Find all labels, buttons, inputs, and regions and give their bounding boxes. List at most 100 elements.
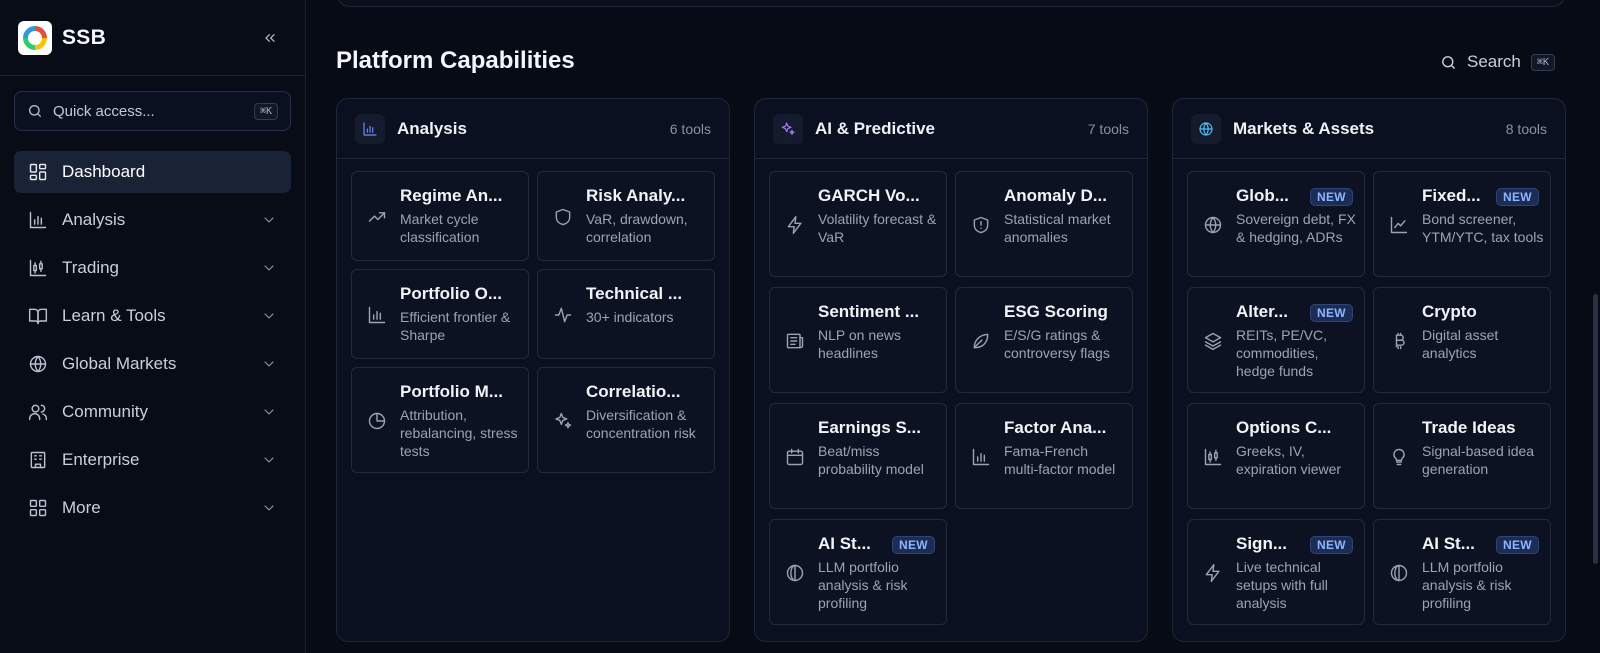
brand[interactable]: SSB bbox=[18, 20, 106, 56]
tool-card-anomaly-d[interactable]: Anomaly D... Statistical market anomalies bbox=[955, 171, 1133, 277]
tool-card-portfolio-o[interactable]: Portfolio O... Efficient frontier & Sharp… bbox=[351, 269, 529, 359]
tool-card-technical[interactable]: Technical ... 30+ indicators bbox=[537, 269, 715, 359]
tool-title: GARCH Vo... bbox=[818, 186, 920, 205]
chevron-down-icon[interactable] bbox=[261, 212, 277, 228]
collapse-sidebar-button[interactable] bbox=[258, 26, 282, 50]
grid-icon bbox=[28, 498, 48, 518]
tool-card-fixed[interactable]: Fixed... NEW Bond screener, YTM/YTC, tax t… bbox=[1373, 171, 1551, 277]
tool-title: Alter... bbox=[1236, 302, 1288, 321]
category-header: AI & Predictive 7 tools bbox=[755, 99, 1147, 159]
lightbulb-icon bbox=[1389, 447, 1409, 467]
tool-title: Correlatio... bbox=[586, 382, 681, 401]
circle-half-icon bbox=[785, 563, 805, 583]
chevron-down-icon[interactable] bbox=[261, 260, 277, 276]
bitcoin-icon bbox=[1389, 331, 1409, 351]
tool-title: Regime An... bbox=[400, 186, 503, 205]
search-button[interactable]: Search ⌘K bbox=[1440, 50, 1555, 74]
new-badge: NEW bbox=[1310, 536, 1353, 554]
layers-icon bbox=[1203, 331, 1223, 351]
new-badge: NEW bbox=[1310, 188, 1353, 206]
tool-card-sign[interactable]: Sign... NEW Live technical setups with ful… bbox=[1187, 519, 1365, 625]
tool-title: Risk Analy... bbox=[586, 186, 686, 205]
tool-card-ai-st[interactable]: AI St... NEW LLM portfolio analysis & risk… bbox=[769, 519, 947, 625]
search-icon bbox=[1440, 54, 1457, 71]
sidebar-item-label: Dashboard bbox=[62, 162, 146, 181]
tool-description: Efficient frontier & Sharpe bbox=[400, 309, 511, 343]
new-badge: NEW bbox=[1496, 536, 1539, 554]
sidebar-item-enterprise[interactable]: Enterprise bbox=[14, 439, 291, 481]
sidebar-item-trading[interactable]: Trading bbox=[14, 247, 291, 289]
sidebar-item-community[interactable]: Community bbox=[14, 391, 291, 433]
zap-icon bbox=[785, 215, 805, 235]
sidebar-item-more[interactable]: More bbox=[14, 487, 291, 529]
tool-description: 30+ indicators bbox=[586, 309, 674, 325]
search-label: Search bbox=[1467, 52, 1521, 71]
category-title: Analysis bbox=[397, 118, 467, 138]
new-badge: NEW bbox=[1496, 188, 1539, 206]
search-shortcut: ⌘K bbox=[1530, 53, 1555, 71]
tool-card-options-c[interactable]: Options C... Greeks, IV, expiration viewe… bbox=[1187, 403, 1365, 509]
chevron-down-icon[interactable] bbox=[261, 500, 277, 516]
scrollbar[interactable] bbox=[1592, 0, 1600, 653]
tool-description: E/S/G ratings & controversy flags bbox=[1004, 327, 1110, 361]
tool-card-factor-ana[interactable]: Factor Ana... Fama-French multi-factor mo… bbox=[955, 403, 1133, 509]
tool-card-risk-analy[interactable]: Risk Analy... VaR, drawdown, correlation bbox=[537, 171, 715, 261]
tool-card-trade-ideas[interactable]: Trade Ideas Signal-based idea generation bbox=[1373, 403, 1551, 509]
bar-chart-icon bbox=[355, 113, 385, 144]
sidebar-item-global-markets[interactable]: Global Markets bbox=[14, 343, 291, 385]
tool-description: Greeks, IV, expiration viewer bbox=[1236, 443, 1342, 477]
sidebar-item-label: Global Markets bbox=[62, 354, 177, 373]
globe-icon bbox=[1191, 113, 1221, 144]
tool-title: Crypto bbox=[1422, 302, 1477, 321]
tool-description: Fama-French multi-factor model bbox=[1004, 443, 1116, 477]
tool-card-garch-vo[interactable]: GARCH Vo... Volatility forecast & VaR bbox=[769, 171, 947, 277]
tool-card-crypto[interactable]: Crypto Digital asset analytics bbox=[1373, 287, 1551, 393]
tool-card-sentiment[interactable]: Sentiment ... NLP on news headlines bbox=[769, 287, 947, 393]
sidebar-item-analysis[interactable]: Analysis bbox=[14, 199, 291, 241]
tool-title: AI St... bbox=[1422, 534, 1475, 553]
bar-chart-icon bbox=[367, 305, 387, 325]
tool-description: LLM portfolio analysis & risk profiling bbox=[1422, 559, 1512, 611]
tool-title: AI St... bbox=[818, 534, 871, 553]
quick-access-input[interactable] bbox=[53, 102, 254, 120]
leaf-icon bbox=[971, 331, 991, 351]
activity-icon bbox=[553, 305, 573, 325]
tool-card-alter[interactable]: Alter... NEW REITs, PE/VC, commodities, he… bbox=[1187, 287, 1365, 393]
quick-access[interactable]: ⌘K bbox=[14, 91, 291, 131]
candlestick-icon bbox=[1203, 447, 1223, 467]
category-card-ai-predictive: AI & Predictive 7 tools GARCH Vo... Volatil… bbox=[754, 98, 1148, 642]
tool-card-glob[interactable]: Glob... NEW Sovereign debt, FX & hedging, … bbox=[1187, 171, 1365, 277]
trending-up-icon bbox=[367, 207, 387, 227]
category-title: AI & Predictive bbox=[815, 118, 935, 138]
category-tool-count: 6 tools bbox=[669, 120, 711, 137]
tool-description: Signal-based idea generation bbox=[1422, 443, 1535, 477]
tool-title: Earnings S... bbox=[818, 418, 921, 437]
sidebar-item-learn-tools[interactable]: Learn & Tools bbox=[14, 295, 291, 337]
tool-card-correlatio[interactable]: Correlatio... Diversification & concentra… bbox=[537, 367, 715, 473]
scrollbar-thumb[interactable] bbox=[1593, 294, 1598, 564]
tool-card-regime-an[interactable]: Regime An... Market cycle classification bbox=[351, 171, 529, 261]
tool-card-portfolio-m[interactable]: Portfolio M... Attribution, rebalancing, … bbox=[351, 367, 529, 473]
tool-card-esg-scoring[interactable]: ESG Scoring E/S/G ratings & controversy f… bbox=[955, 287, 1133, 393]
tool-card-ai-st[interactable]: AI St... NEW LLM portfolio analysis & risk… bbox=[1373, 519, 1551, 625]
pie-chart-icon bbox=[367, 411, 387, 431]
globe-icon bbox=[28, 354, 48, 374]
chevron-down-icon[interactable] bbox=[261, 308, 277, 324]
sidebar: SSB ⌘K Dashboard Analysis Trading Learn & T… bbox=[0, 0, 306, 653]
tool-description: Beat/miss probability model bbox=[818, 443, 924, 477]
sidebar-item-dashboard[interactable]: Dashboard bbox=[14, 151, 291, 193]
brand-logo bbox=[18, 21, 52, 55]
tool-description: REITs, PE/VC, commodities, hedge funds bbox=[1236, 327, 1328, 379]
chevron-down-icon[interactable] bbox=[261, 404, 277, 420]
newspaper-icon bbox=[785, 331, 805, 351]
search-icon bbox=[27, 103, 43, 119]
chevron-down-icon[interactable] bbox=[261, 356, 277, 372]
chevron-down-icon[interactable] bbox=[261, 452, 277, 468]
category-title: Markets & Assets bbox=[1233, 118, 1375, 138]
tool-card-earnings-s[interactable]: Earnings S... Beat/miss probability model bbox=[769, 403, 947, 509]
category-card-markets-assets: Markets & Assets 8 tools Glob... NEW Soverei… bbox=[1172, 98, 1566, 642]
tool-description: Live technical setups with full analysis bbox=[1236, 559, 1328, 611]
tool-title: Factor Ana... bbox=[1004, 418, 1107, 437]
sidebar-item-label: Enterprise bbox=[62, 450, 140, 469]
brand-name: SSB bbox=[62, 26, 107, 49]
